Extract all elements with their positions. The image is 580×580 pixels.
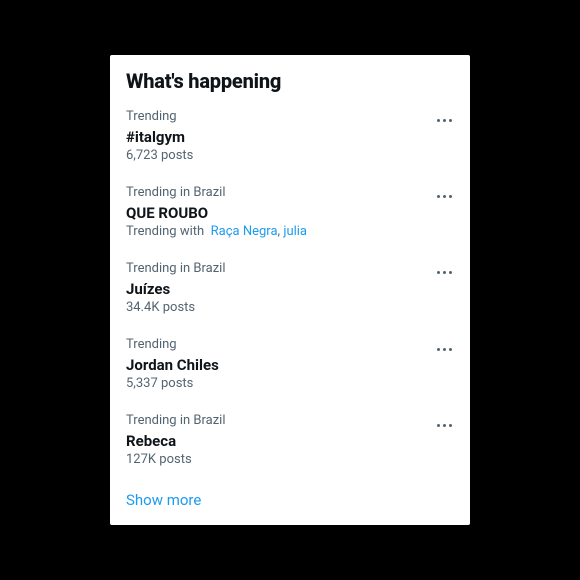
trend-item[interactable]: Trending #italgym 6,723 posts (110, 99, 470, 175)
trend-count: 34.4K posts (126, 300, 454, 317)
trend-context: Trending (126, 109, 454, 126)
more-icon (437, 271, 452, 274)
trend-with-prefix: Trending with (126, 224, 204, 239)
trend-count: 5,337 posts (126, 376, 454, 393)
trend-count: 127K posts (126, 452, 454, 469)
more-icon (437, 195, 452, 198)
trend-more-button[interactable] (430, 107, 458, 135)
trend-topic: Juízes (126, 279, 454, 299)
trend-count: 6,723 posts (126, 148, 454, 165)
trend-context: Trending in Brazil (126, 413, 454, 430)
trend-with-link[interactable]: Raça Negra (211, 224, 278, 239)
trend-with: Trending with Raça Negra, julia (126, 224, 454, 241)
trend-with-link[interactable]: julia (283, 224, 307, 239)
trend-more-button[interactable] (430, 411, 458, 439)
trend-topic: Rebeca (126, 431, 454, 451)
card-title: What's happening (126, 69, 454, 93)
trend-more-button[interactable] (430, 183, 458, 211)
whats-happening-card: What's happening Trending #italgym 6,723… (110, 55, 470, 525)
trend-item[interactable]: Trending in Brazil Juízes 34.4K posts (110, 251, 470, 327)
more-icon (437, 119, 452, 122)
more-icon (437, 348, 452, 351)
trend-context: Trending in Brazil (126, 261, 454, 278)
more-icon (437, 424, 452, 427)
show-more-link[interactable]: Show more (110, 479, 470, 511)
trend-context: Trending (126, 337, 454, 354)
trend-item[interactable]: Trending in Brazil QUE ROUBO Trending wi… (110, 175, 470, 251)
trend-more-button[interactable] (430, 259, 458, 287)
trend-item[interactable]: Trending Jordan Chiles 5,337 posts (110, 327, 470, 403)
card-header: What's happening (110, 69, 470, 99)
trend-topic: Jordan Chiles (126, 355, 454, 375)
trend-topic: QUE ROUBO (126, 203, 454, 223)
trend-more-button[interactable] (430, 335, 458, 363)
trend-context: Trending in Brazil (126, 185, 454, 202)
trend-item[interactable]: Trending in Brazil Rebeca 127K posts (110, 403, 470, 479)
trend-topic: #italgym (126, 127, 454, 147)
